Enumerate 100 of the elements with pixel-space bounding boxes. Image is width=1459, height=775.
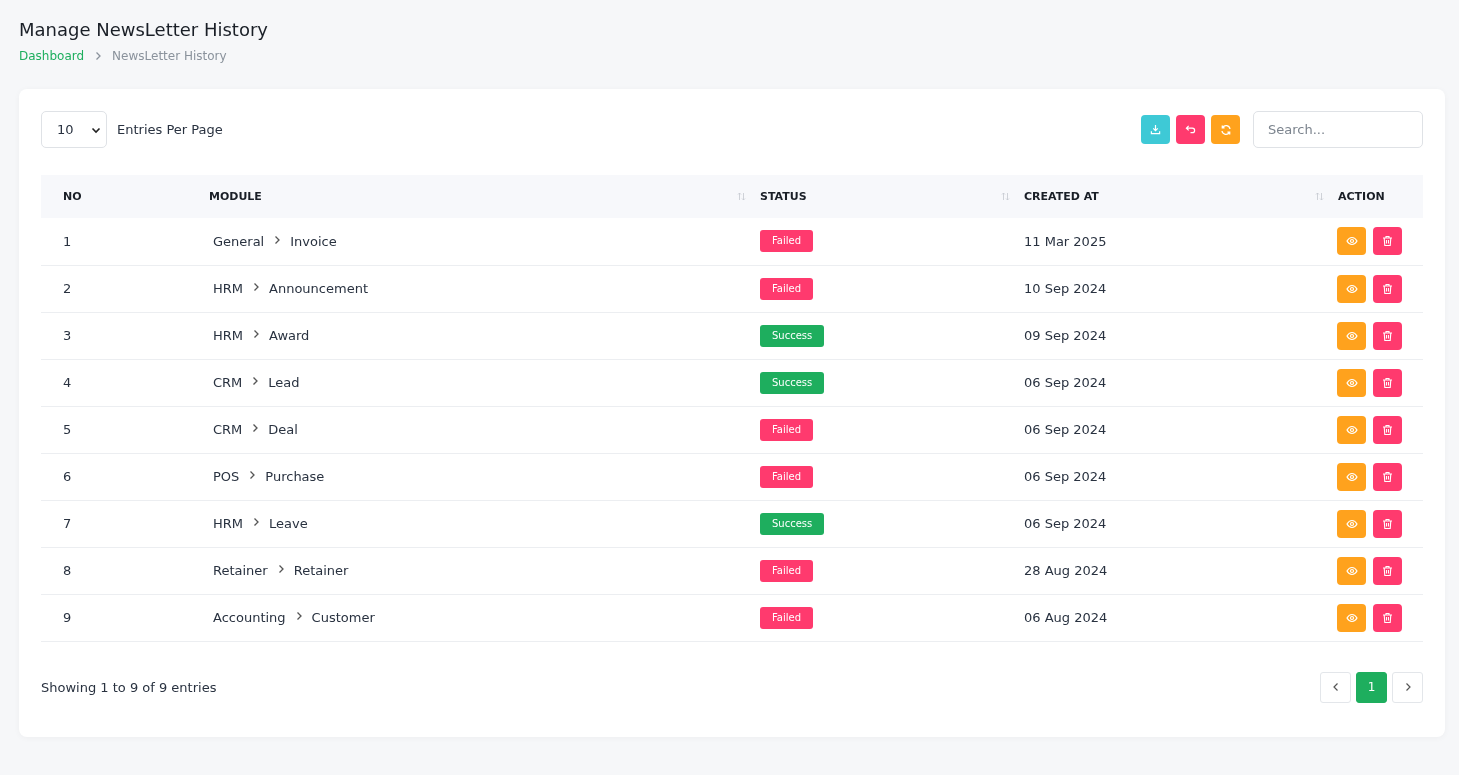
view-button[interactable]: [1337, 321, 1366, 350]
delete-button[interactable]: [1373, 603, 1402, 632]
sort-icon[interactable]: [1315, 192, 1324, 201]
sort-icon[interactable]: [1001, 192, 1010, 201]
eye-icon: [1345, 517, 1358, 530]
table-cell: 06 Sep 2024: [1024, 469, 1107, 484]
view-button[interactable]: [1337, 415, 1366, 444]
module-name: CRM: [213, 375, 243, 390]
undo-button[interactable]: [1176, 115, 1205, 144]
trash-icon: [1382, 329, 1393, 342]
table-cell: 28 Aug 2024: [1024, 563, 1108, 578]
next-page-button[interactable]: [1392, 671, 1423, 703]
table-cell: 7: [63, 516, 72, 531]
chevron-right-icon: [1403, 682, 1412, 692]
module-name: General: [213, 233, 265, 249]
status-badge: Failed: [760, 559, 814, 582]
submodule-name: Retainer: [293, 563, 349, 578]
view-button[interactable]: [1337, 603, 1366, 632]
chevron-left-icon: [1331, 682, 1340, 692]
table-cell: 3: [63, 328, 72, 343]
module-name: Accounting: [213, 610, 286, 625]
view-button[interactable]: [1337, 274, 1366, 303]
delete-button[interactable]: [1373, 556, 1402, 585]
table-cell: 5: [63, 422, 72, 437]
entries-select[interactable]: 10: [41, 111, 107, 148]
previous-page-button[interactable]: [1320, 671, 1351, 703]
table-cell: 06 Sep 2024: [1024, 422, 1107, 437]
module-name: HRM: [213, 281, 244, 296]
table-cell: 2: [63, 281, 72, 296]
module-name: HRM: [213, 516, 244, 531]
table-cell: 06 Aug 2024: [1024, 610, 1108, 625]
view-button[interactable]: [1337, 462, 1366, 491]
module-name: Retainer: [213, 563, 268, 578]
module-name: POS: [213, 469, 240, 484]
status-badge: Failed: [760, 606, 814, 629]
submodule-name: Award: [269, 328, 310, 343]
column-header[interactable]: STATUS: [760, 190, 807, 203]
table-cell: 4: [63, 375, 72, 390]
trash-icon: [1382, 423, 1393, 436]
refresh-button[interactable]: [1211, 115, 1240, 144]
delete-button[interactable]: [1373, 509, 1402, 538]
table-cell: 9: [63, 610, 72, 625]
trash-icon: [1382, 282, 1393, 295]
download-icon: [1150, 124, 1161, 135]
search-field[interactable]: Search...: [1253, 111, 1423, 148]
status-badge: Success: [760, 371, 825, 394]
submodule-name: Announcement: [269, 281, 368, 296]
status-badge: Failed: [760, 230, 814, 253]
submodule-name: Purchase: [265, 469, 325, 484]
submodule-name: Invoice: [290, 233, 337, 249]
page-title: Manage NewsLetter History: [19, 19, 269, 41]
module-name: HRM: [213, 328, 244, 343]
delete-button[interactable]: [1373, 227, 1402, 256]
trash-icon: [1382, 470, 1393, 483]
entries-label: Entries Per Page: [117, 122, 223, 137]
table-cell: 1: [63, 233, 72, 249]
delete-button[interactable]: [1373, 462, 1402, 491]
view-button[interactable]: [1337, 556, 1366, 585]
delete-button[interactable]: [1373, 415, 1402, 444]
delete-button[interactable]: [1373, 274, 1402, 303]
column-header: ACTION: [1338, 190, 1385, 203]
column-header[interactable]: MODULE: [209, 190, 262, 203]
eye-icon: [1345, 611, 1358, 624]
status-badge: Failed: [760, 418, 814, 441]
trash-icon: [1382, 611, 1393, 624]
eye-icon: [1345, 470, 1358, 483]
status-badge: Failed: [760, 277, 814, 300]
column-header: NO: [63, 190, 82, 203]
sort-icon[interactable]: [737, 192, 746, 201]
delete-button[interactable]: [1373, 321, 1402, 350]
submodule-name: Lead: [268, 375, 300, 390]
entries-summary: Showing 1 to 9 of 9 entries: [41, 679, 217, 695]
status-badge: Success: [760, 324, 825, 347]
status-badge: Success: [760, 512, 825, 535]
table-cell: 06 Sep 2024: [1024, 516, 1107, 531]
trash-icon: [1382, 517, 1393, 530]
submodule-name: Customer: [311, 610, 375, 625]
refresh-icon: [1219, 123, 1232, 136]
module-name: CRM: [213, 422, 243, 437]
table-cell: 09 Sep 2024: [1024, 328, 1107, 343]
eye-icon: [1345, 235, 1358, 248]
view-button[interactable]: [1337, 509, 1366, 538]
view-button[interactable]: [1337, 368, 1366, 397]
trash-icon: [1382, 376, 1393, 389]
submodule-name: Deal: [268, 422, 298, 437]
trash-icon: [1382, 235, 1393, 248]
eye-icon: [1345, 376, 1358, 389]
table-cell: 6: [63, 469, 72, 484]
table-cell: 8: [63, 563, 72, 578]
eye-icon: [1345, 564, 1358, 577]
delete-button[interactable]: [1373, 368, 1402, 397]
view-button[interactable]: [1337, 227, 1366, 256]
table-cell: 11 Mar 2025: [1024, 233, 1107, 249]
eye-icon: [1345, 329, 1358, 342]
table-cell: 10 Sep 2024: [1024, 281, 1107, 296]
trash-icon: [1382, 564, 1393, 577]
download-button[interactable]: [1141, 115, 1170, 144]
column-header[interactable]: CREATED AT: [1024, 190, 1099, 203]
eye-icon: [1345, 282, 1358, 295]
status-badge: Failed: [760, 465, 814, 488]
